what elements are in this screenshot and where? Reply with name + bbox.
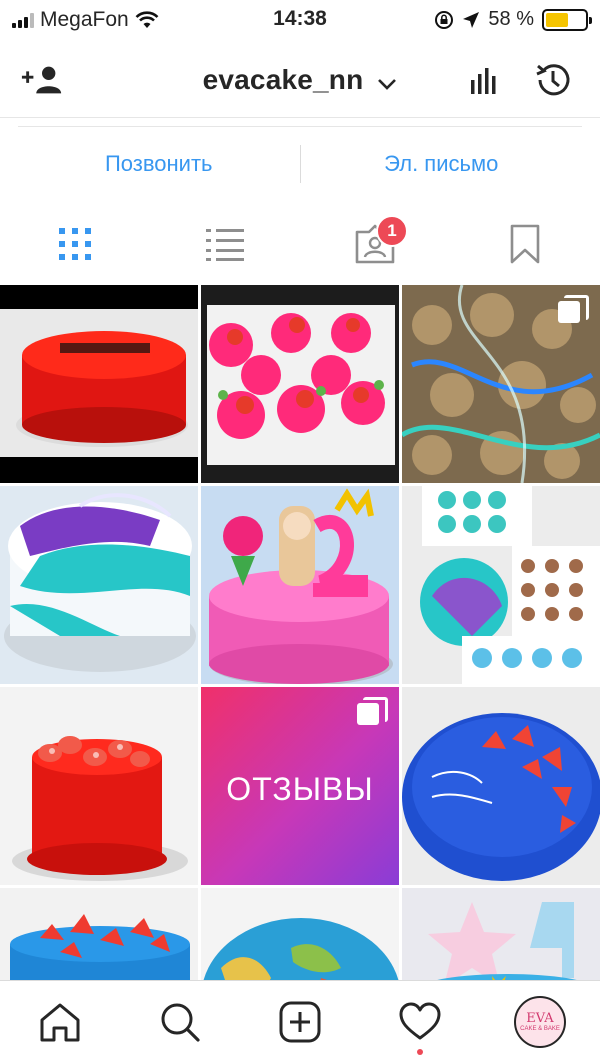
username-title: evacake_nn [202, 64, 364, 95]
call-button[interactable]: Позвонить [18, 151, 300, 177]
post-tile[interactable] [0, 285, 198, 483]
activity-tab[interactable] [360, 981, 480, 1063]
post-tile[interactable] [402, 486, 600, 684]
blue-cake-strawberries-photo [0, 888, 198, 980]
list-icon [206, 229, 244, 261]
history-button[interactable] [530, 58, 574, 102]
location-icon [463, 11, 480, 28]
turquoise-cake-photo [0, 486, 198, 684]
grid-icon [59, 228, 91, 260]
insights-button[interactable] [462, 58, 506, 102]
blue-cake-photo [402, 687, 600, 885]
battery-icon [542, 8, 592, 31]
email-button[interactable]: Эл. письмо [301, 151, 583, 177]
chevron-down-icon [377, 66, 397, 98]
insights-icon [471, 68, 496, 94]
post-tile[interactable] [0, 888, 198, 980]
multiple-photos-icon [357, 697, 388, 727]
post-tile[interactable] [0, 486, 198, 684]
post-tile[interactable] [402, 285, 600, 483]
post-tile[interactable] [402, 888, 600, 980]
cupcakes-photo [201, 285, 399, 483]
post-tile[interactable] [402, 687, 600, 885]
status-right: 58 % [434, 8, 592, 31]
profile-avatar: EVA CAKE & BAKE [514, 996, 566, 1048]
multiple-photos-icon [558, 295, 589, 325]
new-post-icon [279, 1001, 321, 1043]
search-icon [161, 1003, 200, 1042]
number-four-cake-photo [402, 888, 600, 980]
new-post-tab[interactable] [240, 981, 360, 1063]
boxes-photo [402, 486, 600, 684]
red-cake-strawberries-photo [0, 687, 198, 885]
profile-tabs: 1 [0, 203, 600, 285]
post-tile[interactable]: ОТЗЫВЫ [201, 687, 399, 885]
status-bar: MegaFon 14:38 58 % [0, 0, 600, 40]
profile-header: evacake_nn [0, 40, 600, 118]
orientation-lock-icon [435, 10, 454, 29]
avatar-text: EVA [526, 1010, 554, 1026]
post-tile[interactable] [201, 888, 399, 980]
pink-cake-photo [201, 486, 399, 684]
account-switcher[interactable]: evacake_nn [0, 64, 600, 98]
battery-percent: 58 % [488, 8, 534, 30]
reviews-label: ОТЗЫВЫ [226, 771, 374, 807]
tab-saved[interactable] [450, 203, 600, 285]
contact-row: Позвонить Эл. письмо [18, 126, 582, 200]
posts-grid: ОТЗЫВЫ [0, 285, 600, 980]
world-map-cake-photo [201, 888, 399, 980]
home-icon [40, 1003, 80, 1042]
activity-dot [417, 1049, 423, 1055]
post-tile[interactable] [0, 687, 198, 885]
avatar-subtext: CAKE & BAKE [520, 1025, 560, 1032]
tab-tagged[interactable]: 1 [300, 203, 450, 285]
bookmark-icon [510, 224, 540, 264]
red-cake-photo [0, 309, 198, 457]
bottom-tab-bar: EVA CAKE & BAKE [0, 980, 600, 1063]
home-tab[interactable] [0, 981, 120, 1063]
profile-tab[interactable]: EVA CAKE & BAKE [480, 981, 600, 1063]
search-tab[interactable] [120, 981, 240, 1063]
tab-list[interactable] [150, 203, 300, 285]
tab-grid[interactable] [0, 203, 150, 285]
history-icon [536, 64, 570, 96]
post-tile[interactable] [201, 486, 399, 684]
notification-badge: 1 [376, 215, 408, 247]
post-tile[interactable] [201, 285, 399, 483]
activity-heart-icon [399, 1002, 441, 1040]
